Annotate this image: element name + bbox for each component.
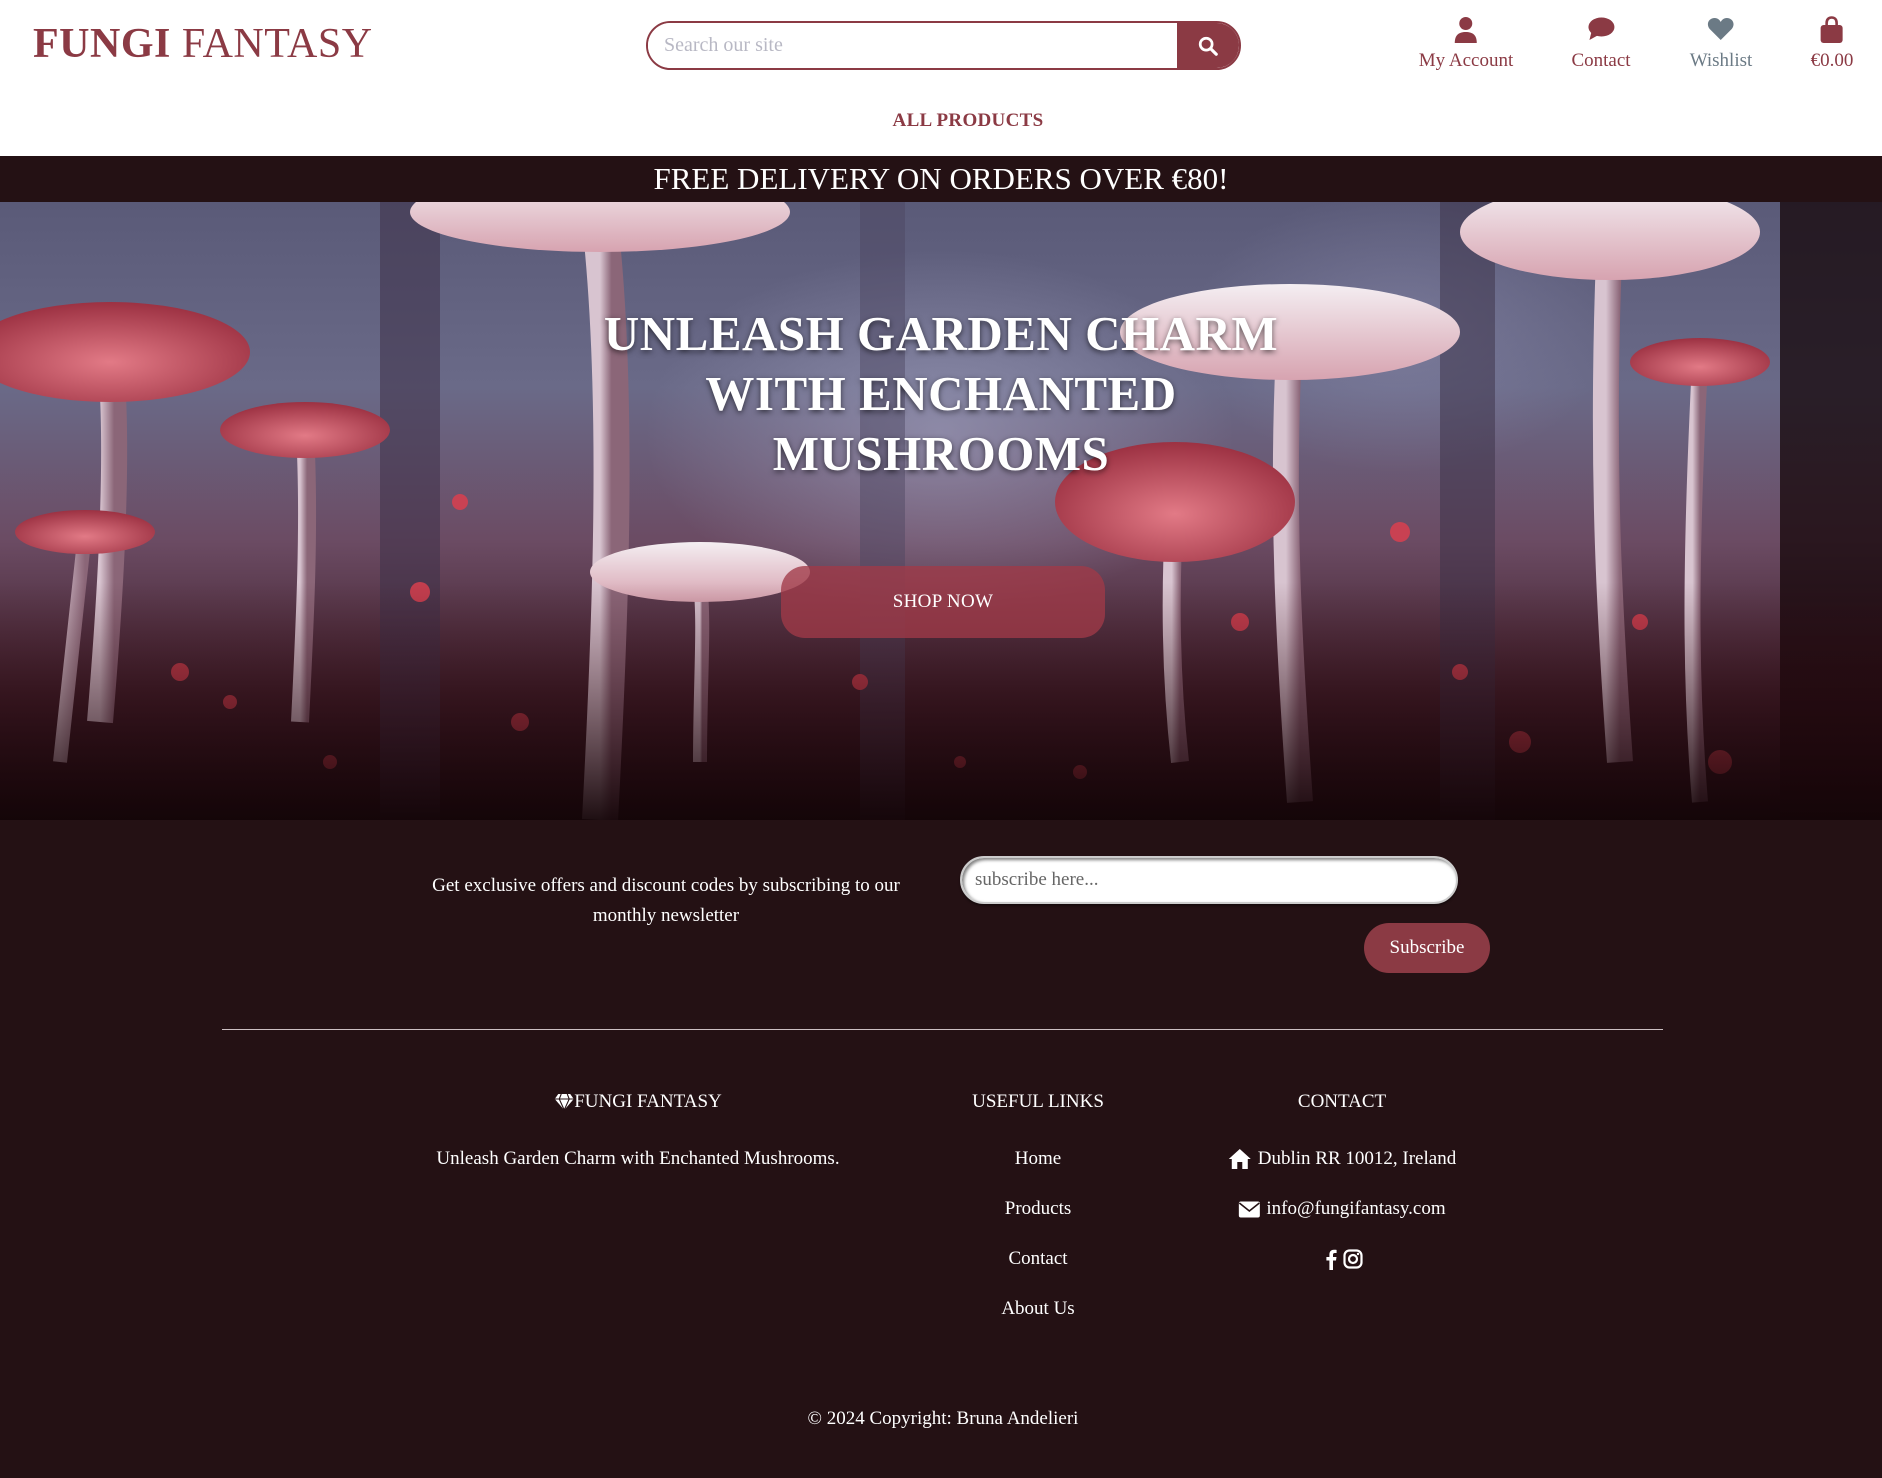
- nav-all-products[interactable]: ALL PRODUCTS: [893, 110, 1044, 132]
- nav-my-account-label: My Account: [1418, 50, 1514, 71]
- footer-address-text: Dublin RR 10012, Ireland: [1257, 1148, 1457, 1169]
- social-links: [1325, 1248, 1363, 1270]
- heart-icon: [1708, 18, 1734, 40]
- nav-contact-label: Contact: [1571, 50, 1631, 71]
- copyright-text: © 2024 Copyright: Bruna Andelieri: [807, 1408, 1079, 1429]
- footer-link-products[interactable]: Products: [1005, 1198, 1072, 1220]
- footer-link-contact[interactable]: Contact: [1008, 1248, 1067, 1270]
- hero-section: UNLEASH GARDEN CHARM WITH ENCHANTED MUSH…: [0, 202, 1882, 820]
- footer-email-text: info@fungifantasy.com: [1266, 1198, 1446, 1219]
- footer-brand-heading: FUNGI FANTASY: [554, 1091, 722, 1113]
- user-icon: [1455, 17, 1477, 43]
- nav-cart[interactable]: €0.00: [1810, 16, 1854, 72]
- newsletter-email-input[interactable]: [960, 856, 1458, 904]
- nav-wishlist[interactable]: Wishlist: [1689, 16, 1753, 72]
- footer-email[interactable]: info@fungifantasy.com: [1238, 1198, 1446, 1220]
- site-header: FUNGI FANTASY My Account: [0, 0, 1882, 156]
- footer-divider: [222, 1029, 1663, 1030]
- envelope-icon: [1238, 1201, 1260, 1217]
- footer-tagline: Unleash Garden Charm with Enchanted Mush…: [436, 1148, 840, 1169]
- hero-background-image: [0, 202, 1882, 820]
- newsletter-text: Get exclusive offers and discount codes …: [432, 875, 900, 926]
- logo-regular-text: FANTASY: [181, 21, 373, 67]
- site-logo[interactable]: FUNGI FANTASY: [33, 20, 373, 68]
- facebook-icon[interactable]: [1325, 1248, 1337, 1270]
- free-delivery-banner: FREE DELIVERY ON ORDERS OVER €80!: [0, 156, 1882, 202]
- nav-contact[interactable]: Contact: [1571, 16, 1631, 72]
- home-icon: [1228, 1149, 1251, 1169]
- cart-total: €0.00: [1810, 50, 1854, 71]
- search-bar: [646, 21, 1241, 70]
- shop-now-button[interactable]: SHOP NOW: [781, 566, 1105, 638]
- logo-bold-text: FUNGI: [33, 21, 171, 67]
- search-icon: [1198, 36, 1218, 56]
- gem-icon: [554, 1093, 574, 1111]
- nav-wishlist-label: Wishlist: [1689, 50, 1753, 71]
- hero-title: UNLEASH GARDEN CHARM WITH ENCHANTED MUSH…: [603, 306, 1279, 481]
- subscribe-button[interactable]: Subscribe: [1364, 923, 1490, 973]
- instagram-icon[interactable]: [1343, 1249, 1363, 1269]
- search-input[interactable]: [648, 23, 1177, 68]
- footer-brand-heading-text: FUNGI FANTASY: [574, 1091, 722, 1112]
- speech-bubble-icon: [1587, 17, 1614, 40]
- nav-my-account[interactable]: My Account: [1419, 16, 1513, 72]
- footer-contact-heading: CONTACT: [1297, 1091, 1387, 1112]
- search-button[interactable]: [1177, 23, 1239, 68]
- footer-links-heading: USEFUL LINKS: [972, 1091, 1104, 1112]
- footer-link-home[interactable]: Home: [1015, 1148, 1061, 1170]
- shopping-bag-icon: [1821, 16, 1843, 43]
- footer-address: Dublin RR 10012, Ireland: [1228, 1148, 1456, 1170]
- footer-link-about-us[interactable]: About Us: [1001, 1298, 1074, 1320]
